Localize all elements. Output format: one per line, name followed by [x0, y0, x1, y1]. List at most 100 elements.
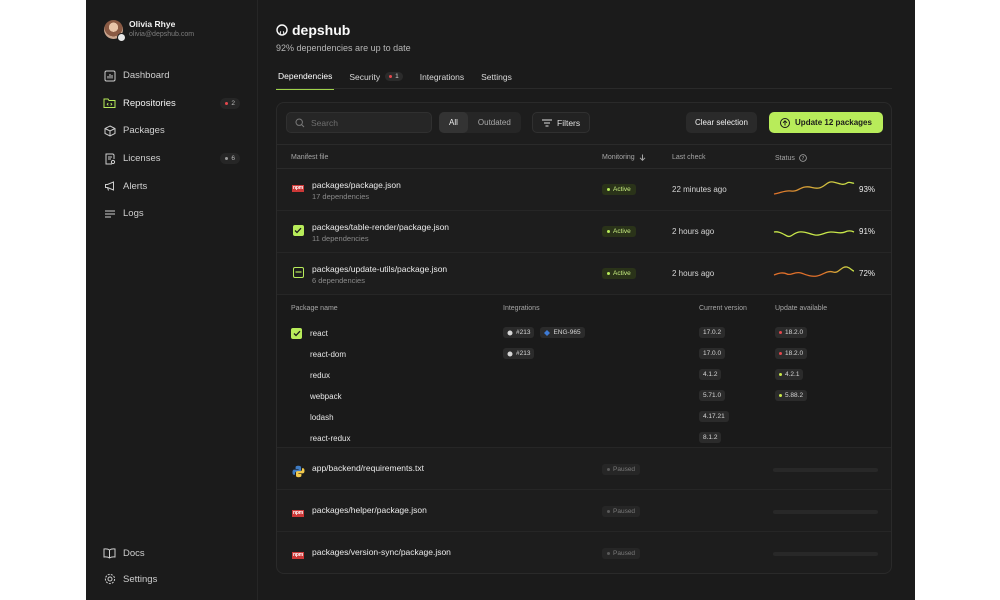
package-name: react-dom	[310, 350, 347, 359]
npm-icon: npm	[291, 551, 305, 559]
current-version: 4.17.21	[699, 411, 729, 422]
status-badge: Paused	[602, 548, 641, 559]
sidebar-item-dashboard[interactable]: Dashboard	[100, 62, 240, 90]
update-packages-button[interactable]: Update 12 packages	[769, 112, 883, 133]
last-check-time: 2 hours ago	[672, 227, 715, 236]
table-row[interactable]: app/backend/requirements.txt Paused	[277, 448, 891, 490]
license-icon	[103, 152, 116, 165]
table-row[interactable]: npm packages/version-sync/package.json P…	[277, 532, 891, 573]
segment-outdated[interactable]: Outdated	[468, 112, 521, 133]
package-name: react-redux	[310, 434, 351, 443]
repositories-count-badge: 2	[220, 97, 240, 109]
package-row[interactable]: redux 4.1.2 4.2.1	[277, 365, 891, 386]
linear-issue-chip[interactable]: ENG-965	[540, 327, 585, 338]
sidebar-bottom-nav: Docs Settings	[100, 540, 240, 592]
column-manifest-file[interactable]: Manifest file	[291, 154, 328, 161]
sort-down-icon	[639, 154, 646, 161]
table-row[interactable]: packages/table-render/package.json 11 de…	[277, 211, 891, 253]
tab-settings[interactable]: Settings	[479, 70, 514, 90]
search-placeholder: Search	[311, 117, 338, 128]
update-version-badge: 4.2.1	[775, 369, 804, 380]
sidebar-item-licenses[interactable]: Licenses 6	[100, 145, 240, 173]
tab-dependencies[interactable]: Dependencies	[276, 70, 335, 90]
table-row[interactable]: npm packages/helper/package.json Paused	[277, 490, 891, 532]
checkbox-checked-icon	[291, 223, 305, 237]
manifest-name: packages/helper/package.json	[312, 505, 427, 515]
npm-icon: npm	[291, 184, 305, 192]
checkbox-indeterminate-icon	[291, 265, 305, 279]
arrow-up-circle-icon	[780, 117, 791, 128]
sidebar-item-packages[interactable]: Packages	[100, 117, 240, 145]
sidebar-item-label: Packages	[123, 125, 165, 137]
package-row[interactable]: webpack 5.71.0 5.88.2	[277, 386, 891, 407]
uptodate-percent: 72%	[859, 269, 876, 278]
table-row[interactable]: packages/update-utils/package.json 6 dep…	[277, 253, 891, 295]
table-row[interactable]: npm packages/package.json 17 dependencie…	[277, 169, 891, 211]
status-badge: Paused	[602, 464, 641, 475]
sidebar-item-label: Settings	[123, 573, 158, 585]
package-name: lodash	[310, 413, 334, 422]
sidebar-item-label: Repositories	[123, 97, 176, 109]
licenses-count-badge: 6	[220, 153, 240, 165]
sidebar-item-logs[interactable]: Logs	[100, 200, 240, 228]
package-checkbox[interactable]	[291, 328, 302, 339]
package-row[interactable]: react-redux 8.1.2	[277, 428, 891, 449]
search-input[interactable]: Search	[286, 112, 432, 133]
profile-email: olivia@depshub.com	[129, 31, 195, 38]
sidebar-item-label: Logs	[123, 208, 144, 220]
github-icon	[507, 330, 513, 336]
status-sparkline	[773, 181, 855, 195]
sidebar: Olivia Rhye olivia@depshub.com Dashboard…	[86, 0, 258, 600]
segment-all[interactable]: All	[439, 112, 468, 133]
filter-lines-icon	[542, 119, 552, 127]
clear-selection-button[interactable]: Clear selection	[686, 112, 757, 133]
current-version: 17.0.0	[699, 348, 726, 359]
packages-subtable: Package name Integrations Current versio…	[277, 295, 891, 448]
github-issue-chip[interactable]: #213	[503, 348, 535, 359]
update-version-badge: 18.2.0	[775, 348, 808, 359]
filters-button[interactable]: Filters	[532, 112, 591, 133]
tabs-divider	[276, 88, 892, 89]
dependency-count: 11 dependencies	[312, 234, 369, 243]
row-checkbox[interactable]	[292, 266, 304, 278]
manifest-name: packages/update-utils/package.json	[312, 264, 448, 274]
package-icon	[103, 124, 116, 137]
github-issue-chip[interactable]: #213	[503, 327, 535, 338]
status-sparkline	[773, 230, 855, 238]
page-subtitle: 92% dependencies are up to date	[276, 43, 411, 53]
tab-security[interactable]: Security 1	[347, 70, 404, 90]
app-window: Olivia Rhye olivia@depshub.com Dashboard…	[86, 0, 915, 600]
user-profile[interactable]: Olivia Rhye olivia@depshub.com	[104, 19, 195, 42]
tab-integrations[interactable]: Integrations	[418, 70, 466, 90]
last-check-time: 2 hours ago	[672, 269, 715, 278]
package-name: redux	[310, 371, 331, 380]
current-version: 8.1.2	[699, 432, 722, 443]
toolbar: Search All Outdated Filters Clear select…	[286, 112, 884, 134]
main-content: depshub 92% dependencies are up to date …	[276, 0, 896, 600]
sidebar-item-docs[interactable]: Docs	[100, 540, 240, 566]
status-badge: Active	[602, 226, 636, 237]
current-version: 4.1.2	[699, 369, 722, 380]
megaphone-icon	[103, 180, 116, 193]
manifest-name: packages/version-sync/package.json	[312, 547, 451, 557]
status-placeholder-bar	[773, 552, 878, 556]
page-title: depshub	[276, 22, 350, 38]
sidebar-item-repositories[interactable]: Repositories 2	[100, 90, 240, 118]
diamond-icon	[544, 329, 551, 336]
logs-icon	[103, 207, 116, 220]
column-status[interactable]: Status ?	[775, 154, 807, 162]
book-icon	[103, 547, 116, 560]
column-last-check[interactable]: Last check	[672, 154, 705, 161]
column-monitoring[interactable]: Monitoring	[602, 154, 646, 161]
manifest-name: packages/package.json	[312, 180, 401, 190]
package-row[interactable]: lodash 4.17.21	[277, 407, 891, 428]
sidebar-item-alerts[interactable]: Alerts	[100, 172, 240, 200]
sidebar-item-settings[interactable]: Settings	[100, 566, 240, 592]
package-row[interactable]: react-dom #213 17.0.0 18.2.0	[277, 344, 891, 365]
row-checkbox[interactable]	[292, 224, 304, 236]
package-name: react	[310, 329, 328, 338]
package-row[interactable]: react #213 ENG-965 17.0.2 18.2.0	[277, 323, 891, 344]
manifest-name: packages/table-render/package.json	[312, 222, 450, 232]
sidebar-item-label: Licenses	[123, 153, 161, 165]
status-placeholder-bar	[773, 510, 878, 514]
